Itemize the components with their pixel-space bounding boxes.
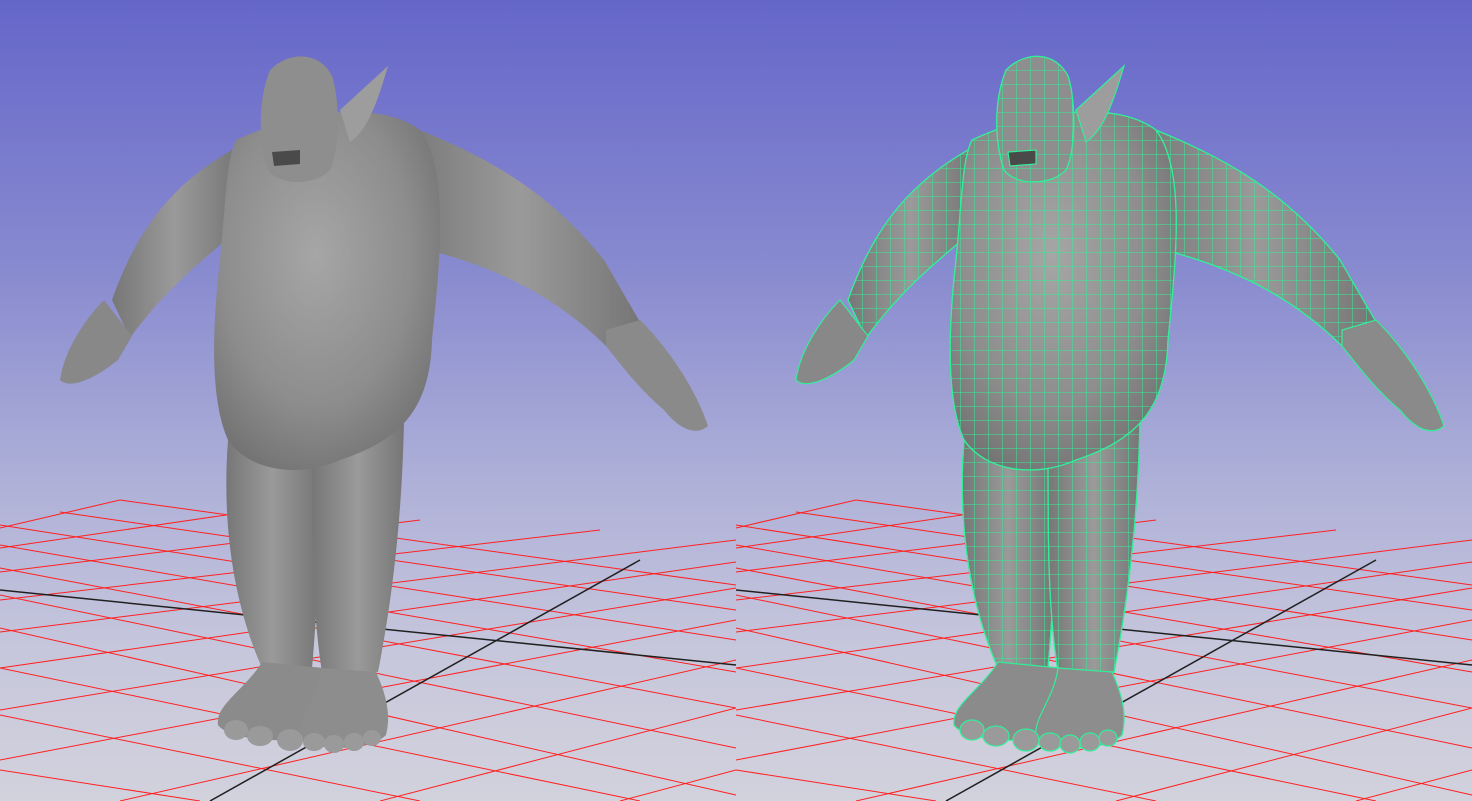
scene-canvas-left[interactable] bbox=[0, 0, 736, 801]
mouth bbox=[1007, 149, 1037, 167]
right-hand bbox=[1341, 319, 1445, 432]
ogre-model-wireframe[interactable] bbox=[795, 55, 1445, 754]
viewport-shaded[interactable] bbox=[0, 0, 736, 801]
right-hand bbox=[606, 320, 708, 431]
scene-canvas-right[interactable] bbox=[736, 0, 1472, 801]
mouth bbox=[272, 150, 300, 166]
viewport-wireframe-on-shaded[interactable] bbox=[736, 0, 1472, 801]
viewport-container bbox=[0, 0, 1472, 801]
ogre-model-shaded[interactable] bbox=[60, 56, 708, 753]
